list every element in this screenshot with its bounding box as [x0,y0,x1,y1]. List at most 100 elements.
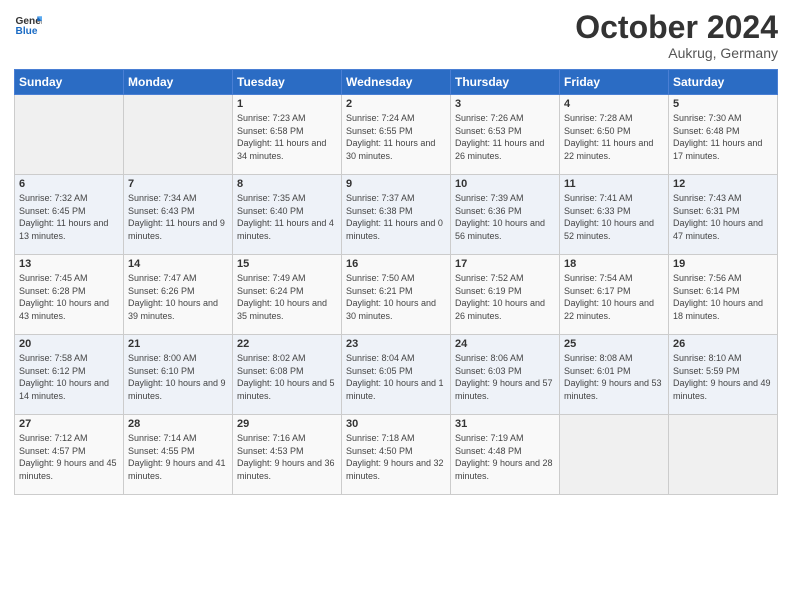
day-number: 29 [237,418,337,430]
day-number: 2 [346,98,446,110]
week-row-5: 27Sunrise: 7:12 AMSunset: 4:57 PMDayligh… [15,415,778,495]
calendar-cell: 1 Sunrise: 7:23 AMSunset: 6:58 PMDaylight… [233,95,342,175]
day-number: 12 [673,178,773,190]
calendar-cell: 28 Sunrise: 7:14 AMSunset: 4:55 PMDayligh… [124,415,233,495]
day-number: 1 [237,98,337,110]
day-number: 4 [564,98,664,110]
cell-info: Sunrise: 7:16 AMSunset: 4:53 PMDaylight:… [237,432,337,482]
cell-info: Sunrise: 7:14 AMSunset: 4:55 PMDaylight:… [128,432,228,482]
calendar-cell: 23 Sunrise: 8:04 AMSunset: 6:05 PMDayligh… [342,335,451,415]
calendar-cell: 25 Sunrise: 8:08 AMSunset: 6:01 PMDayligh… [560,335,669,415]
day-number: 16 [346,258,446,270]
cell-info: Sunrise: 8:04 AMSunset: 6:05 PMDaylight:… [346,352,446,402]
cell-info: Sunrise: 7:30 AMSunset: 6:48 PMDaylight:… [673,112,773,162]
day-header-monday: Monday [124,70,233,95]
calendar-cell [669,415,778,495]
cell-info: Sunrise: 7:56 AMSunset: 6:14 PMDaylight:… [673,272,773,322]
day-number: 26 [673,338,773,350]
day-header-saturday: Saturday [669,70,778,95]
day-header-tuesday: Tuesday [233,70,342,95]
calendar-cell: 9Sunrise: 7:37 AMSunset: 6:38 PMDaylight… [342,175,451,255]
calendar-cell: 6 Sunrise: 7:32 AMSunset: 6:45 PMDaylight… [15,175,124,255]
cell-info: Sunrise: 7:23 AMSunset: 6:58 PMDaylight:… [237,112,337,162]
day-number: 11 [564,178,664,190]
calendar-cell: 24Sunrise: 8:06 AMSunset: 6:03 PMDayligh… [451,335,560,415]
cell-info: Sunrise: 7:39 AMSunset: 6:36 PMDaylight:… [455,192,555,242]
week-row-3: 13 Sunrise: 7:45 AMSunset: 6:28 PMDayligh… [15,255,778,335]
week-row-4: 20 Sunrise: 7:58 AMSunset: 6:12 PMDayligh… [15,335,778,415]
day-number: 28 [128,418,228,430]
day-number: 19 [673,258,773,270]
logo: General Blue [14,10,42,38]
calendar-cell: 27Sunrise: 7:12 AMSunset: 4:57 PMDayligh… [15,415,124,495]
cell-info: Sunrise: 7:52 AMSunset: 6:19 PMDaylight:… [455,272,555,322]
cell-info: Sunrise: 7:41 AMSunset: 6:33 PMDaylight:… [564,192,664,242]
calendar-cell: 12 Sunrise: 7:43 AMSunset: 6:31 PMDayligh… [669,175,778,255]
calendar-cell [15,95,124,175]
calendar-cell: 5 Sunrise: 7:30 AMSunset: 6:48 PMDaylight… [669,95,778,175]
day-header-wednesday: Wednesday [342,70,451,95]
cell-info: Sunrise: 8:00 AMSunset: 6:10 PMDaylight:… [128,352,228,402]
calendar-cell: 21 Sunrise: 8:00 AMSunset: 6:10 PMDayligh… [124,335,233,415]
day-number: 22 [237,338,337,350]
calendar-cell: 7 Sunrise: 7:34 AMSunset: 6:43 PMDaylight… [124,175,233,255]
day-number: 30 [346,418,446,430]
cell-info: Sunrise: 7:35 AMSunset: 6:40 PMDaylight:… [237,192,337,242]
cell-info: Sunrise: 7:49 AMSunset: 6:24 PMDaylight:… [237,272,337,322]
calendar-cell: 20 Sunrise: 7:58 AMSunset: 6:12 PMDayligh… [15,335,124,415]
day-number: 25 [564,338,664,350]
logo-icon: General Blue [14,10,42,38]
calendar-cell: 13 Sunrise: 7:45 AMSunset: 6:28 PMDayligh… [15,255,124,335]
day-number: 10 [455,178,555,190]
day-number: 18 [564,258,664,270]
cell-info: Sunrise: 7:58 AMSunset: 6:12 PMDaylight:… [19,352,119,402]
calendar-cell: 19 Sunrise: 7:56 AMSunset: 6:14 PMDayligh… [669,255,778,335]
day-number: 23 [346,338,446,350]
cell-info: Sunrise: 7:45 AMSunset: 6:28 PMDaylight:… [19,272,119,322]
day-number: 9 [346,178,446,190]
day-number: 17 [455,258,555,270]
day-number: 3 [455,98,555,110]
calendar-cell: 16Sunrise: 7:50 AMSunset: 6:21 PMDayligh… [342,255,451,335]
cell-info: Sunrise: 7:54 AMSunset: 6:17 PMDaylight:… [564,272,664,322]
calendar-cell: 14Sunrise: 7:47 AMSunset: 6:26 PMDayligh… [124,255,233,335]
calendar-cell: 26 Sunrise: 8:10 AMSunset: 5:59 PMDayligh… [669,335,778,415]
calendar-cell: 30 Sunrise: 7:18 AMSunset: 4:50 PMDayligh… [342,415,451,495]
cell-info: Sunrise: 8:02 AMSunset: 6:08 PMDaylight:… [237,352,337,402]
day-number: 7 [128,178,228,190]
day-header-thursday: Thursday [451,70,560,95]
calendar-cell: 29 Sunrise: 7:16 AMSunset: 4:53 PMDayligh… [233,415,342,495]
calendar-cell: 4 Sunrise: 7:28 AMSunset: 6:50 PMDaylight… [560,95,669,175]
day-number: 5 [673,98,773,110]
cell-info: Sunrise: 7:32 AMSunset: 6:45 PMDaylight:… [19,192,119,242]
calendar-cell: 22 Sunrise: 8:02 AMSunset: 6:08 PMDayligh… [233,335,342,415]
cell-info: Sunrise: 7:43 AMSunset: 6:31 PMDaylight:… [673,192,773,242]
week-row-2: 6 Sunrise: 7:32 AMSunset: 6:45 PMDaylight… [15,175,778,255]
cell-info: Sunrise: 7:47 AMSunset: 6:26 PMDaylight:… [128,272,228,322]
cell-info: Sunrise: 8:08 AMSunset: 6:01 PMDaylight:… [564,352,664,402]
page: General Blue October 2024 Aukrug, German… [0,0,792,612]
cell-info: Sunrise: 8:10 AMSunset: 5:59 PMDaylight:… [673,352,773,402]
calendar-cell: 18 Sunrise: 7:54 AMSunset: 6:17 PMDayligh… [560,255,669,335]
calendar-cell [560,415,669,495]
day-number: 13 [19,258,119,270]
day-number: 31 [455,418,555,430]
calendar-cell [124,95,233,175]
calendar-cell: 11 Sunrise: 7:41 AMSunset: 6:33 PMDayligh… [560,175,669,255]
day-number: 20 [19,338,119,350]
cell-info: Sunrise: 7:28 AMSunset: 6:50 PMDaylight:… [564,112,664,162]
cell-info: Sunrise: 8:06 AMSunset: 6:03 PMDaylight:… [455,352,555,402]
title-block: October 2024 Aukrug, Germany [575,10,778,61]
cell-info: Sunrise: 7:34 AMSunset: 6:43 PMDaylight:… [128,192,228,242]
cell-info: Sunrise: 7:12 AMSunset: 4:57 PMDaylight:… [19,432,119,482]
cell-info: Sunrise: 7:18 AMSunset: 4:50 PMDaylight:… [346,432,446,482]
week-row-1: 1 Sunrise: 7:23 AMSunset: 6:58 PMDaylight… [15,95,778,175]
calendar-cell: 17 Sunrise: 7:52 AMSunset: 6:19 PMDayligh… [451,255,560,335]
day-number: 6 [19,178,119,190]
header: General Blue October 2024 Aukrug, German… [14,10,778,61]
day-number: 21 [128,338,228,350]
cell-info: Sunrise: 7:26 AMSunset: 6:53 PMDaylight:… [455,112,555,162]
day-header-friday: Friday [560,70,669,95]
calendar-cell: 8Sunrise: 7:35 AMSunset: 6:40 PMDaylight… [233,175,342,255]
location: Aukrug, Germany [575,45,778,61]
